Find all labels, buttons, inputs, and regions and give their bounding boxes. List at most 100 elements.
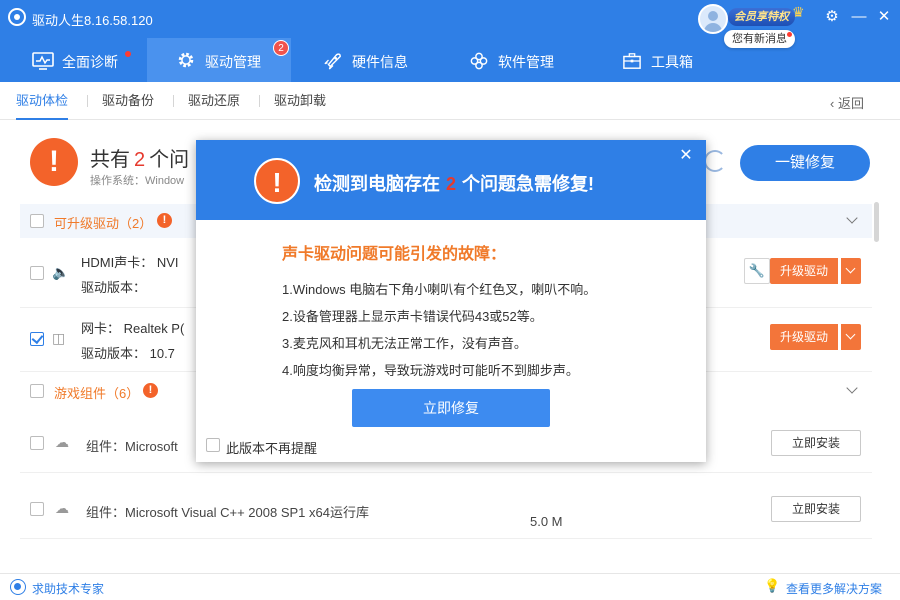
- nav-label: 全面诊断: [62, 54, 118, 70]
- nav-label: 工具箱: [651, 54, 693, 70]
- install-now-button[interactable]: 立即安装: [771, 496, 861, 522]
- gear-icon: [178, 52, 194, 68]
- dialog-close-icon[interactable]: ✕: [678, 148, 694, 164]
- expert-help-icon: [10, 579, 26, 595]
- nav-label: 硬件信息: [352, 54, 408, 70]
- group-title: 可升级驱动（2）: [54, 216, 153, 231]
- close-button[interactable]: ✕: [873, 6, 895, 28]
- sub-nav: 驱动体检 驱动备份 驱动还原 驱动卸载 ‹ 返回: [0, 82, 900, 120]
- wrench-icon[interactable]: 🔧: [744, 258, 770, 284]
- nav-count-badge: 2: [273, 40, 289, 56]
- row-divider: [20, 472, 872, 473]
- warning-icon: !: [30, 138, 78, 186]
- user-avatar[interactable]: [698, 4, 728, 34]
- minimize-button[interactable]: —: [848, 6, 870, 28]
- app-title: 驱动人生8.16.58.120: [32, 13, 153, 28]
- chevron-down-icon[interactable]: [846, 212, 858, 224]
- dialog-subtitle: 声卡驱动问题可能引发的故障：: [282, 246, 507, 263]
- more-solutions-link[interactable]: 查看更多解决方案: [786, 580, 882, 597]
- driver-name: HDMI声卡： NVI: [81, 255, 179, 270]
- dialog-issue-item: 1.Windows 电脑右下角小喇叭有个红色叉，喇叭不响。: [282, 282, 597, 297]
- row-checkbox[interactable]: [30, 332, 44, 346]
- dialog-issue-item: 4.响度均衡异常，导致玩游戏时可能听不到脚步声。: [282, 363, 579, 378]
- bottom-bar: 求助技术专家 💡 查看更多解决方案: [0, 573, 900, 600]
- dont-remind-checkbox[interactable]: [206, 438, 220, 452]
- warning-icon: !: [143, 383, 158, 398]
- nav-alert-dot: [125, 51, 131, 57]
- subnav-divider: [87, 95, 88, 107]
- row-checkbox[interactable]: [30, 502, 44, 516]
- warning-icon: !: [254, 158, 300, 204]
- scrollbar-thumb[interactable]: [874, 202, 879, 242]
- nav-tab-toolbox[interactable]: 工具箱: [621, 38, 731, 82]
- nav-label: 驱动管理: [205, 54, 261, 70]
- summary-title: 共有 2 个问: [90, 143, 189, 172]
- upgrade-driver-button[interactable]: 升级驱动: [770, 258, 838, 284]
- summary-suffix: 个问: [149, 149, 190, 171]
- dialog-issue-item: 3.麦克风和耳机无法正常工作，没有声音。: [282, 336, 527, 351]
- group-checkbox[interactable]: [30, 214, 44, 228]
- upgrade-dropdown-button[interactable]: [840, 324, 861, 350]
- dialog-title: 检测到电脑存在 2 个问题急需修复!: [314, 170, 594, 196]
- subtab-driver-restore[interactable]: 驱动还原: [188, 82, 240, 120]
- row-checkbox[interactable]: [30, 266, 44, 280]
- group-checkbox[interactable]: [30, 384, 44, 398]
- component-name: 组件：Microsoft Visual C++ 2008 SP1 x64运行库: [86, 505, 369, 520]
- new-message-bubble[interactable]: 您有新消息: [724, 30, 795, 48]
- network-icon: ◫: [52, 330, 66, 346]
- back-label: 返回: [837, 96, 864, 111]
- chevron-left-icon: ‹: [830, 96, 838, 111]
- back-link[interactable]: ‹ 返回: [830, 93, 864, 112]
- dialog-title-suffix: 个问题急需修复!: [462, 174, 595, 194]
- dialog-issue-item: 2.设备管理器上显示声卡错误代码43或52等。: [282, 309, 543, 324]
- subnav-divider: [173, 95, 174, 107]
- repair-now-button[interactable]: 立即修复: [352, 389, 550, 427]
- speaker-icon: 🔈: [52, 264, 70, 280]
- toolbox-icon: [623, 53, 641, 69]
- install-now-button[interactable]: 立即安装: [771, 430, 861, 456]
- warning-icon: !: [157, 213, 172, 228]
- nav-label: 软件管理: [498, 54, 554, 70]
- subtab-driver-check[interactable]: 驱动体检: [16, 82, 69, 120]
- chevron-down-icon[interactable]: [846, 382, 858, 394]
- flower-icon: [470, 52, 488, 70]
- refresh-icon[interactable]: [704, 150, 726, 172]
- dialog-title-count: 2: [446, 174, 457, 194]
- dialog-title-prefix: 检测到电脑存在: [314, 174, 440, 194]
- nav-tab-software-management[interactable]: 软件管理: [468, 38, 588, 82]
- unread-dot: [787, 32, 792, 37]
- driver-version: 驱动版本：: [81, 280, 147, 295]
- nav-tab-hardware-info[interactable]: 硬件信息: [322, 38, 442, 82]
- settings-gear-icon[interactable]: ⚙: [821, 6, 843, 28]
- driver-name: 网卡： Realtek P(: [81, 321, 185, 336]
- monitor-icon: [32, 52, 54, 70]
- group-title: 游戏组件（6）: [54, 386, 140, 401]
- upgrade-driver-button[interactable]: 升级驱动: [770, 324, 838, 350]
- subnav-divider: [259, 95, 260, 107]
- rocket-icon: [324, 53, 341, 70]
- subtab-driver-backup[interactable]: 驱动备份: [102, 82, 154, 120]
- summary-count: 2: [134, 149, 146, 171]
- row-divider: [20, 538, 872, 539]
- fix-all-button[interactable]: 一键修复: [740, 145, 870, 181]
- dialog-header: ✕ ! 检测到电脑存在 2 个问题急需修复!: [196, 140, 706, 220]
- upgrade-dropdown-button[interactable]: [840, 258, 861, 284]
- driver-version: 驱动版本： 10.7: [81, 346, 175, 361]
- component-size: 5.0 M: [530, 514, 563, 529]
- repair-dialog: ✕ ! 检测到电脑存在 2 个问题急需修复! 声卡驱动问题可能引发的故障： 1.Wi…: [196, 140, 706, 462]
- component-name: 组件：Microsoft: [86, 439, 178, 454]
- nav-tab-full-diagnosis[interactable]: 全面诊断: [0, 38, 147, 82]
- summary-prefix: 共有: [90, 149, 130, 171]
- ask-expert-link[interactable]: 求助技术专家: [32, 580, 104, 597]
- vip-badge[interactable]: 会员享特权: [728, 8, 795, 26]
- crown-icon: ♛: [792, 4, 805, 20]
- dont-remind-label[interactable]: 此版本不再提醒: [226, 438, 317, 457]
- new-message-label: 您有新消息: [732, 33, 787, 45]
- row-checkbox[interactable]: [30, 436, 44, 450]
- nav-tab-driver-management[interactable]: 驱动管理 2: [147, 38, 291, 82]
- subtab-driver-uninstall[interactable]: 驱动卸载: [274, 82, 326, 120]
- os-label: 操作系统：Window: [90, 175, 185, 187]
- lightbulb-icon: 💡: [764, 578, 781, 593]
- puzzle-icon: ☁: [55, 434, 69, 450]
- app-logo-icon: [8, 8, 26, 26]
